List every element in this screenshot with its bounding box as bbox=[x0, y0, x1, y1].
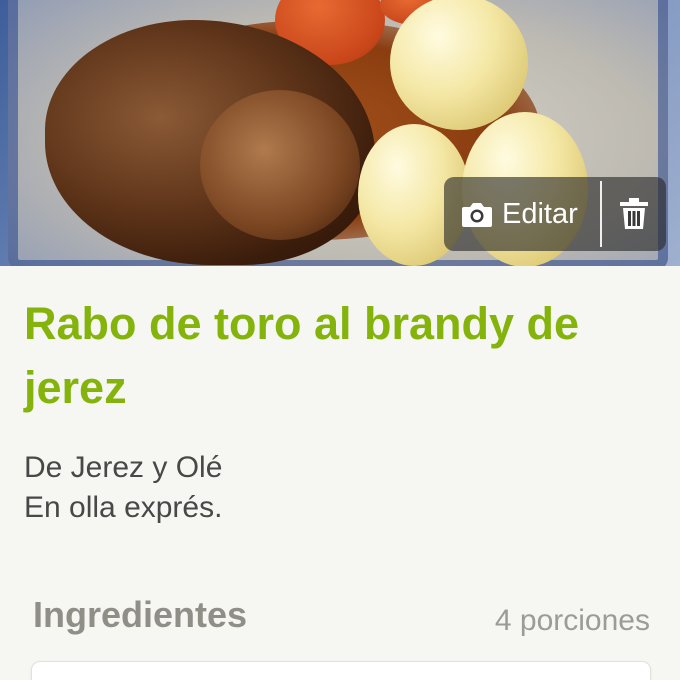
ingredients-header: Ingredientes bbox=[33, 594, 248, 635]
oxtail-meat-highlight bbox=[200, 90, 360, 240]
portions-label[interactable]: 4 porciones bbox=[495, 604, 650, 638]
recipe-title: Rabo de toro al brandy de jerez bbox=[24, 298, 580, 413]
camera-icon bbox=[460, 197, 494, 231]
edit-photo-button[interactable]: Editar bbox=[444, 177, 600, 251]
trash-icon bbox=[620, 198, 648, 229]
edit-photo-label: Editar bbox=[502, 197, 578, 230]
potato bbox=[390, 0, 528, 130]
recipe-description: De Jerez y Olé En olla exprés. bbox=[24, 448, 654, 528]
description-line: De Jerez y Olé bbox=[24, 451, 223, 484]
photo-action-bar: Editar bbox=[444, 177, 666, 251]
recipe-photo[interactable]: Editar bbox=[0, 0, 680, 266]
description-line: En olla exprés. bbox=[24, 491, 223, 524]
delete-photo-button[interactable] bbox=[602, 177, 666, 251]
ingredients-card bbox=[32, 662, 650, 680]
